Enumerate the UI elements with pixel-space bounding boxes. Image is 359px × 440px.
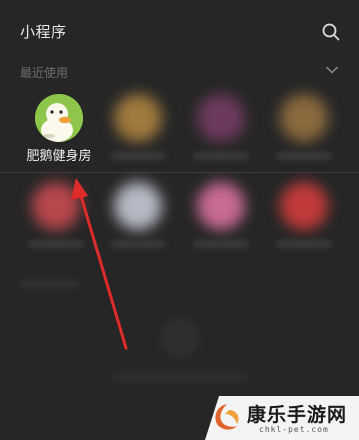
blurred-app-label bbox=[28, 240, 84, 248]
blurred-app-label bbox=[110, 240, 166, 248]
blurred-app-icon bbox=[280, 182, 328, 230]
page-title: 小程序 bbox=[20, 23, 67, 41]
blurred-app-label bbox=[276, 152, 332, 160]
mini-programs-screen: 小程序 最近使用 肥鹅健身房 康乐手游网 chkl-pet.com bbox=[0, 0, 359, 440]
blurred-app-label bbox=[193, 152, 249, 160]
chevron-down-icon[interactable] bbox=[325, 65, 339, 75]
blurred-section-label bbox=[20, 280, 80, 288]
recent-app-item[interactable]: 肥鹅健身房 bbox=[18, 94, 94, 164]
blurred-content bbox=[110, 372, 250, 382]
blurred-app-icon bbox=[32, 182, 80, 230]
recent-section-label: 最近使用 bbox=[20, 66, 69, 80]
blurred-content bbox=[160, 318, 200, 358]
goose-avatar-icon bbox=[35, 94, 83, 142]
search-icon[interactable] bbox=[322, 23, 340, 41]
blurred-app-label bbox=[276, 240, 332, 248]
blurred-app-icon bbox=[114, 94, 162, 142]
section-divider bbox=[0, 172, 359, 173]
watermark-title: 康乐手游网 bbox=[247, 404, 348, 426]
blurred-app-icon bbox=[197, 94, 245, 142]
blurred-app-icon bbox=[280, 94, 328, 142]
blurred-app-icon bbox=[114, 182, 162, 230]
watermark-subtitle: chkl-pet.com bbox=[259, 425, 329, 434]
blurred-app-label bbox=[193, 240, 249, 248]
recent-app-name: 肥鹅健身房 bbox=[26, 149, 92, 164]
watermark: 康乐手游网 chkl-pet.com bbox=[205, 396, 359, 440]
blurred-app-icon bbox=[197, 182, 245, 230]
blurred-app-label bbox=[110, 152, 166, 160]
watermark-logo-icon bbox=[215, 404, 239, 430]
